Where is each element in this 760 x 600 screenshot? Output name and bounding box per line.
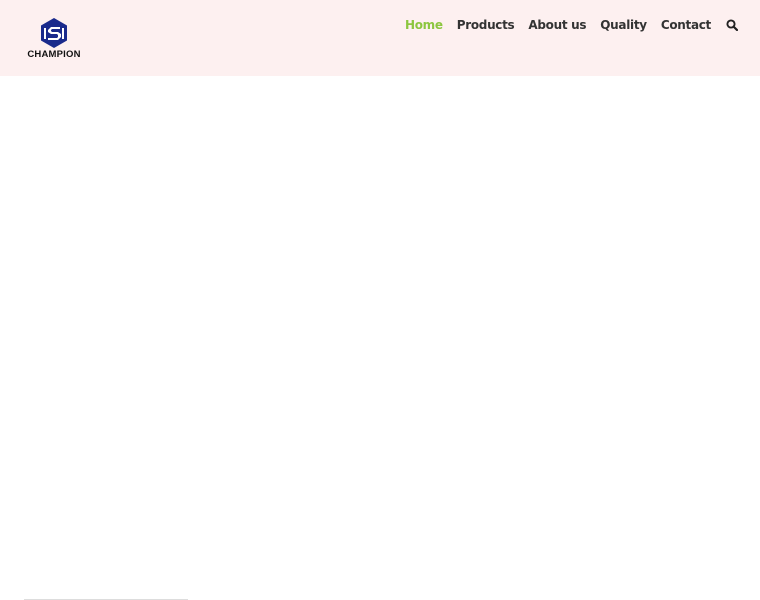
site-header: CHAMPION Home Products About us Quality …	[0, 0, 760, 76]
nav-item-contact[interactable]: Contact	[661, 18, 711, 32]
hexagon-s-logo-icon	[41, 18, 67, 48]
main-nav: Home Products About us Quality Contact	[391, 17, 738, 33]
nav-item-home[interactable]: Home	[405, 18, 443, 32]
search-button[interactable]	[726, 19, 738, 31]
logo-wordmark: CHAMPION	[27, 49, 81, 60]
champion-logo[interactable]: CHAMPION	[22, 17, 86, 61]
nav-item-about-us[interactable]: About us	[528, 18, 586, 32]
nav-item-quality[interactable]: Quality	[600, 18, 647, 32]
search-icon	[726, 19, 738, 31]
nav-item-products[interactable]: Products	[457, 18, 515, 32]
